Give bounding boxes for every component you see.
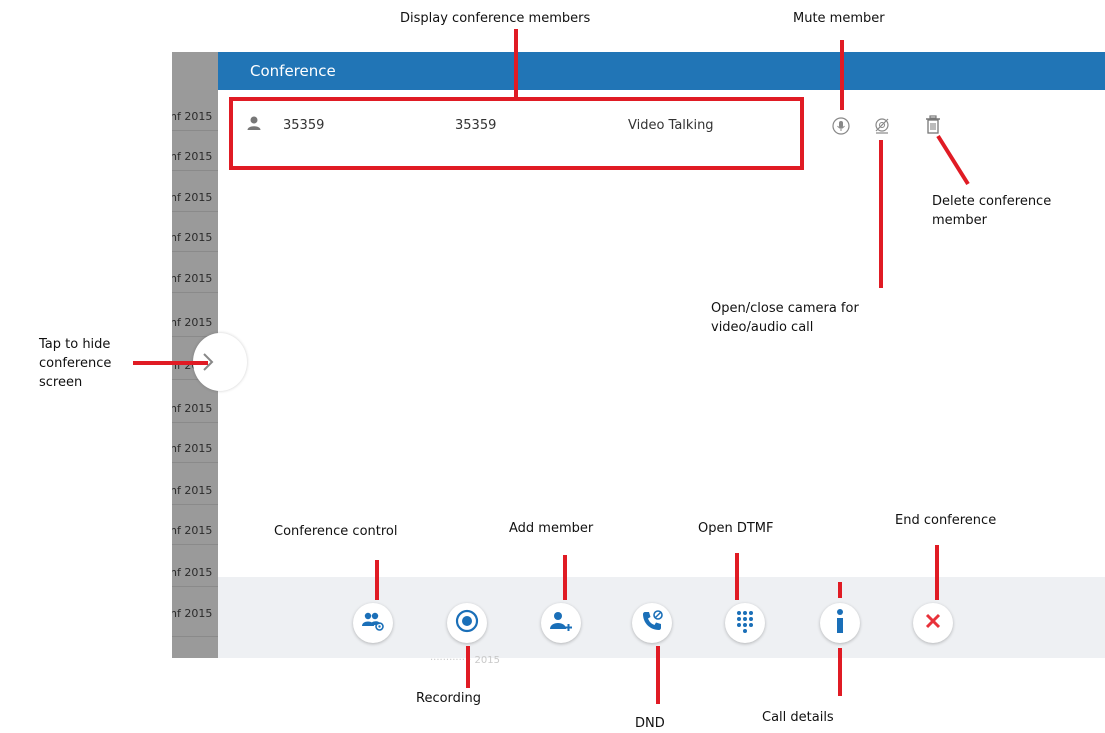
- list-item: nf 2015: [172, 150, 213, 163]
- annotation-hide-2: conference: [39, 356, 112, 371]
- list-item: nf 2015: [172, 524, 213, 537]
- trash-icon[interactable]: [924, 115, 942, 134]
- annotation-conference-control: Conference control: [274, 524, 398, 539]
- annotation-delete-member-2: member: [932, 213, 987, 228]
- annotation-display-members: Display conference members: [400, 11, 591, 26]
- add-person-icon: [549, 610, 573, 637]
- microphone-icon[interactable]: [832, 117, 850, 135]
- list-item: nf 2015: [172, 484, 213, 497]
- annotation-open-dtmf: Open DTMF: [698, 521, 774, 536]
- annotation-hide-1: Tap to hide: [39, 337, 111, 352]
- recording-button[interactable]: [447, 603, 487, 643]
- group-settings-icon: [361, 610, 385, 637]
- annotation-call-details: Call details: [762, 710, 834, 725]
- members-highlight-box: [229, 97, 804, 170]
- end-conference-button[interactable]: [913, 603, 953, 643]
- close-icon: [924, 612, 942, 635]
- dialpad-icon: [734, 609, 756, 638]
- annotation-delete-member-1: Delete conference: [932, 194, 1052, 209]
- call-details-button[interactable]: [820, 603, 860, 643]
- annotation-mute-member: Mute member: [793, 11, 885, 26]
- list-item: nf 2015: [172, 607, 213, 620]
- delete-pointer-line: [936, 134, 970, 186]
- dnd-button[interactable]: [632, 603, 672, 643]
- page-title: Conference: [250, 62, 336, 80]
- record-icon: [455, 609, 479, 638]
- list-item: nf 2015: [172, 231, 213, 244]
- annotation-hide-3: screen: [39, 375, 83, 390]
- list-item: nf 2015: [172, 442, 213, 455]
- info-icon: [834, 608, 846, 639]
- list-item: nf 2015: [172, 316, 213, 329]
- list-item: nf 2015: [172, 191, 213, 204]
- faint-background-text: ············· 2015: [430, 655, 500, 666]
- open-dtmf-button[interactable]: [725, 603, 765, 643]
- annotation-camera-1: Open/close camera for: [711, 301, 859, 316]
- annotation-camera-2: video/audio call: [711, 320, 814, 335]
- phone-dnd-icon: [640, 609, 664, 638]
- annotation-add-member: Add member: [509, 521, 594, 536]
- list-item: nf 2015: [172, 566, 213, 579]
- conference-header: Conference: [218, 52, 1105, 90]
- add-member-button[interactable]: [541, 603, 581, 643]
- annotation-recording: Recording: [416, 691, 482, 706]
- list-item: nf 2015: [172, 110, 213, 123]
- conference-control-button[interactable]: [353, 603, 393, 643]
- camera-off-icon[interactable]: [873, 117, 891, 135]
- list-item: nf 2015: [172, 272, 213, 285]
- list-item: nf 2015: [172, 402, 213, 415]
- annotation-dnd: DND: [635, 716, 665, 731]
- annotation-end-conference: End conference: [895, 513, 997, 528]
